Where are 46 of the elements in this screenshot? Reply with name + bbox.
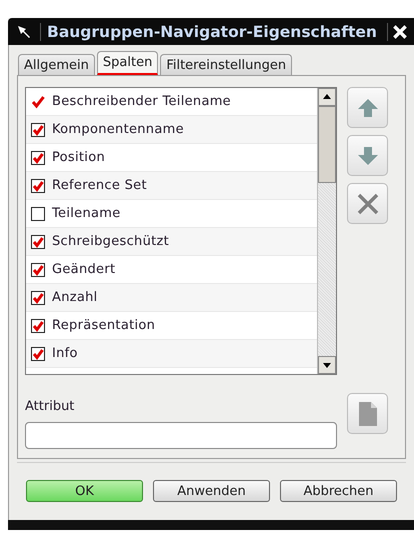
scroll-thumb[interactable] — [318, 106, 336, 183]
list-item[interactable]: Info — [26, 340, 317, 368]
scrollbar[interactable] — [317, 88, 336, 374]
checkbox[interactable] — [31, 122, 45, 136]
item-label: Repräsentation — [52, 318, 156, 333]
dialog-button[interactable]: Anwenden — [153, 480, 270, 502]
checkbox[interactable] — [31, 178, 45, 192]
tab[interactable]: Filtereinstellungen — [160, 54, 292, 75]
arrow-icon[interactable] — [16, 24, 32, 40]
remove-button[interactable] — [347, 183, 388, 224]
close-icon[interactable] — [386, 22, 409, 40]
document-icon — [358, 400, 378, 426]
attribute-field[interactable] — [25, 422, 337, 449]
checkbox[interactable] — [31, 318, 45, 332]
list-item[interactable]: Reference Set — [26, 172, 317, 200]
scroll-down-icon[interactable] — [318, 356, 336, 374]
item-label: Schreibgeschützt — [52, 234, 170, 249]
tab[interactable]: Spalten — [96, 51, 158, 75]
move-down-button[interactable] — [347, 135, 388, 176]
window-title: Baugruppen-Navigator-Eigenschaften — [40, 22, 377, 40]
checkbox[interactable] — [31, 234, 45, 248]
scroll-up-icon[interactable] — [318, 88, 336, 106]
close-icon — [356, 192, 380, 216]
list-item[interactable]: Komponentenname — [26, 116, 317, 144]
item-label: Position — [52, 150, 106, 165]
dialog-button[interactable]: Abbrechen — [280, 480, 397, 502]
checkbox[interactable] — [31, 150, 45, 164]
tab[interactable]: Allgemein — [18, 54, 95, 75]
new-attribute-button[interactable] — [347, 393, 388, 434]
list-item[interactable]: Anzahl — [26, 284, 317, 312]
checkmark-icon[interactable] — [31, 94, 45, 108]
item-label: Geändert — [52, 262, 116, 277]
checkbox[interactable] — [31, 290, 45, 304]
checkbox[interactable] — [31, 262, 45, 276]
item-label: Teilename — [52, 206, 121, 221]
attribute-label: Attribut — [25, 399, 76, 414]
item-label: Anzahl — [52, 290, 98, 305]
item-label: Beschreibender Teilename — [52, 94, 231, 109]
move-up-button[interactable] — [347, 87, 388, 128]
list-item[interactable]: Schreibgeschützt — [26, 228, 317, 256]
checkbox[interactable] — [31, 206, 45, 220]
checkbox[interactable] — [31, 346, 45, 360]
item-label: Komponentenname — [52, 122, 184, 137]
dialog-button[interactable]: OK — [26, 480, 143, 502]
item-label: Info — [52, 346, 78, 361]
item-label: Reference Set — [52, 178, 147, 193]
